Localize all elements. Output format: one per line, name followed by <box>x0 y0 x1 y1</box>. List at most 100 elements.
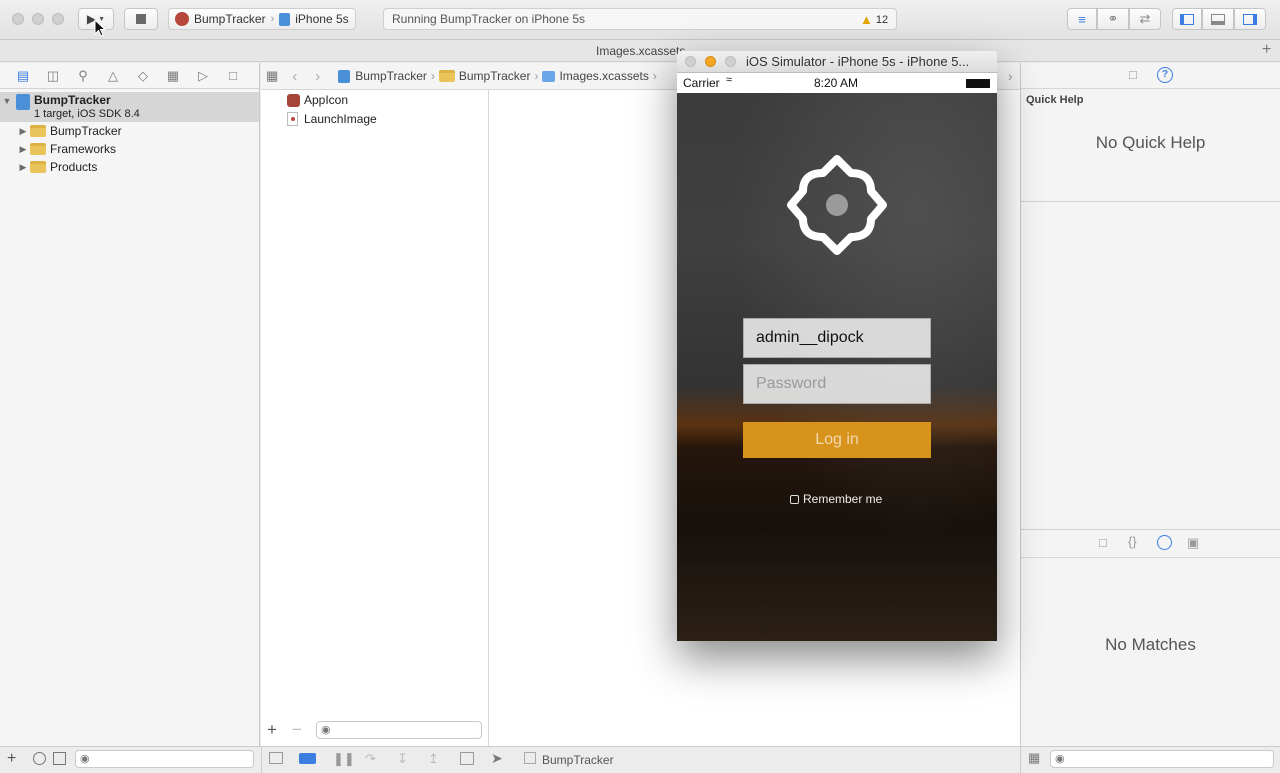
step-into-icon[interactable]: ↧ <box>397 751 408 767</box>
filter-icon: ◉ <box>321 724 331 736</box>
disclosure-closed-icon[interactable]: ▶ <box>16 144 30 155</box>
assistant-icon: ⚭ <box>1107 11 1119 26</box>
view-debugger-icon[interactable] <box>460 752 474 765</box>
file-template-icon[interactable]: □ <box>1099 535 1107 550</box>
folder-icon <box>30 161 46 173</box>
project-icon <box>338 69 351 83</box>
chevron-right-icon: › <box>430 69 435 83</box>
remove-asset-icon[interactable]: − <box>292 720 302 740</box>
toggle-debug-area-button[interactable] <box>1202 8 1234 30</box>
pause-icon[interactable]: ❚❚ <box>333 751 355 767</box>
library-selector-bar: □ {} ▣ <box>1021 529 1280 558</box>
hide-debug-area-icon[interactable] <box>269 752 283 764</box>
standard-editor-button[interactable]: ≡ <box>1067 8 1097 30</box>
grid-view-icon[interactable]: ▦ <box>1028 750 1040 766</box>
username-field[interactable]: admin__dipock <box>743 318 931 358</box>
zoom-window-button[interactable] <box>52 13 64 25</box>
step-over-icon[interactable]: ↷ <box>365 751 376 767</box>
password-field[interactable]: Password <box>743 364 931 404</box>
breadcrumb-group[interactable]: BumpTracker <box>459 69 531 83</box>
asset-list: AppIcon LaunchImage + − ◉ <box>261 90 489 746</box>
navigator-filter-field[interactable]: ◉ <box>75 750 254 768</box>
asset-filter-field[interactable]: ◉ <box>316 721 482 739</box>
project-subtitle: 1 target, iOS SDK 8.4 <box>34 108 140 120</box>
add-tab-icon[interactable]: + <box>1262 41 1271 59</box>
breadcrumb-asset-catalog[interactable]: Images.xcassets <box>559 69 648 83</box>
debug-icon[interactable]: ▦ <box>164 68 182 84</box>
password-placeholder: Password <box>756 375 827 392</box>
bottom-panel-icon <box>1211 13 1225 25</box>
hierarchy-icon[interactable]: ◫ <box>44 68 62 84</box>
bottom-bar: + ◉ ❚❚ ↷ ↧ ↥ ➤ BumpTracker ▦ ◉ <box>0 746 1280 773</box>
minimize-window-button[interactable] <box>32 13 44 25</box>
forward-arrow-icon[interactable]: › <box>1008 68 1013 84</box>
flower-logo-icon <box>787 155 887 255</box>
asset-item[interactable]: LaunchImage <box>287 112 377 126</box>
test-icon[interactable]: ◇ <box>134 68 152 84</box>
code-snippet-icon[interactable]: {} <box>1128 534 1137 549</box>
breadcrumb-project[interactable]: BumpTracker <box>355 69 427 83</box>
activity-status-text: Running BumpTracker on iPhone 5s <box>392 12 585 26</box>
battery-icon <box>966 79 990 88</box>
warning-icon[interactable]: △ <box>104 68 122 84</box>
navigator-selector-bar: ▤ ◫ ⚲ △ ◇ ▦ ▷ □ <box>0 63 259 89</box>
warning-badge[interactable]: ▲ 12 <box>860 12 888 27</box>
version-editor-button[interactable]: ⇄ <box>1129 8 1161 30</box>
remember-me-checkbox[interactable]: Remember me <box>790 492 882 506</box>
forward-icon[interactable]: › <box>315 68 320 85</box>
related-items-icon[interactable]: ▦ <box>266 68 278 84</box>
folder-icon[interactable]: ▤ <box>14 68 32 84</box>
location-icon[interactable]: ➤ <box>491 750 503 767</box>
group-row[interactable]: ▶ BumpTracker <box>0 122 259 140</box>
checkbox-icon <box>790 494 799 504</box>
simulator-title: iOS Simulator - iPhone 5s - iPhone 5... <box>746 54 970 69</box>
activity-viewer: Running BumpTracker on iPhone 5s ▲ 12 <box>383 8 897 30</box>
object-library-icon[interactable] <box>1157 535 1172 550</box>
zoom-window-button[interactable] <box>725 56 736 67</box>
scheme-device-label: iPhone 5s <box>295 12 349 26</box>
recent-files-icon[interactable] <box>33 752 46 765</box>
breakpoint-icon[interactable]: ▷ <box>194 68 212 84</box>
close-window-button[interactable] <box>685 56 696 67</box>
group-label: BumpTracker <box>50 124 122 138</box>
quick-help-icon[interactable]: ? <box>1157 67 1173 83</box>
search-icon[interactable]: ⚲ <box>74 68 92 84</box>
minimize-window-button[interactable] <box>705 56 716 67</box>
login-button-label: Log in <box>815 431 859 448</box>
source-control-filter-icon[interactable] <box>53 752 66 765</box>
step-out-icon[interactable]: ↥ <box>428 751 439 767</box>
scheme-selector[interactable]: BumpTracker › iPhone 5s <box>168 8 356 30</box>
back-icon[interactable]: ‹ <box>292 68 297 85</box>
disclosure-closed-icon[interactable]: ▶ <box>16 162 30 173</box>
disclosure-closed-icon[interactable]: ▶ <box>16 126 30 137</box>
ios-simulator-window[interactable]: iOS Simulator - iPhone 5s - iPhone 5... … <box>677 51 997 641</box>
username-value: admin__dipock <box>756 329 864 346</box>
add-file-icon[interactable]: + <box>7 750 16 768</box>
project-row[interactable]: ▼ BumpTracker 1 target, iOS SDK 8.4 <box>0 92 259 122</box>
toggle-utilities-button[interactable] <box>1234 8 1266 30</box>
iphone-screen: Carrier ≈ 8:20 AM admin__dipock Password… <box>677 73 997 641</box>
assistant-editor-button[interactable]: ⚭ <box>1097 8 1129 30</box>
breakpoints-toggle-icon[interactable] <box>299 753 316 764</box>
folder-icon <box>438 70 455 82</box>
group-row[interactable]: ▶ Frameworks <box>0 140 259 158</box>
library-filter-field[interactable]: ◉ <box>1050 750 1274 768</box>
media-library-icon[interactable]: ▣ <box>1187 535 1199 551</box>
project-name: BumpTracker <box>34 93 111 107</box>
toggle-navigator-button[interactable] <box>1172 8 1202 30</box>
project-icon <box>16 94 30 110</box>
asset-item[interactable]: AppIcon <box>287 93 348 107</box>
debug-scheme-label: BumpTracker <box>542 753 614 767</box>
close-window-button[interactable] <box>12 13 24 25</box>
simulator-title-bar[interactable]: iOS Simulator - iPhone 5s - iPhone 5... <box>677 51 997 73</box>
ios-status-bar: Carrier ≈ 8:20 AM <box>677 73 997 93</box>
disclosure-open-icon[interactable]: ▼ <box>0 96 14 106</box>
add-asset-icon[interactable]: + <box>267 720 277 740</box>
group-row[interactable]: ▶ Products <box>0 158 259 176</box>
stop-button[interactable] <box>124 8 158 30</box>
login-button[interactable]: Log in <box>743 422 931 458</box>
left-panel-icon <box>1180 13 1194 25</box>
file-inspector-icon[interactable]: □ <box>1129 67 1137 82</box>
tab-title[interactable]: Images.xcassets <box>596 44 685 58</box>
report-icon[interactable]: □ <box>224 68 242 83</box>
